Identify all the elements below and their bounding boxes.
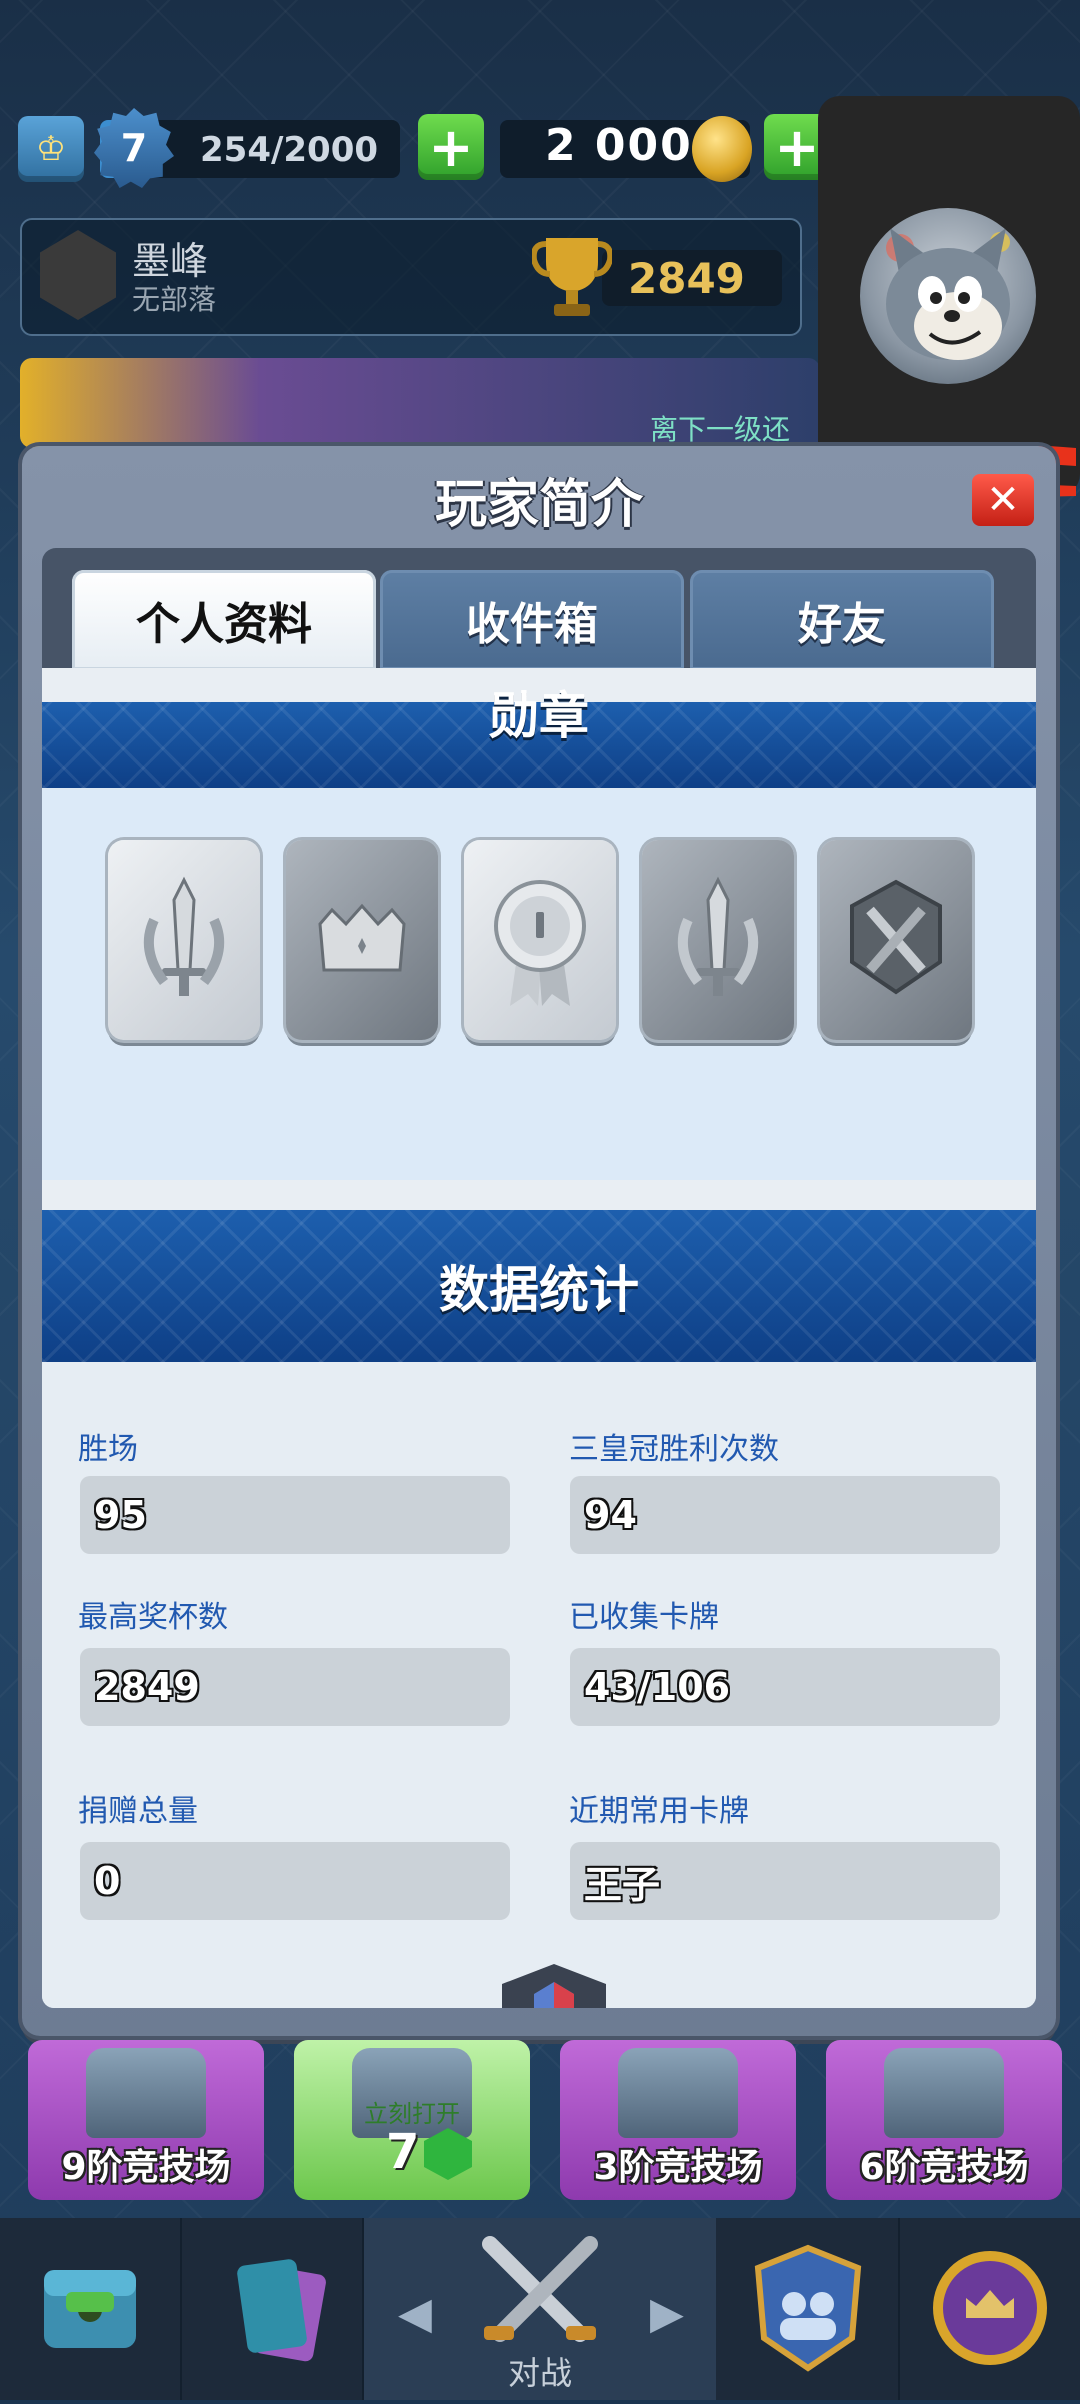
- tab-friends[interactable]: 好友: [690, 570, 994, 670]
- donations-label: 捐赠总量: [78, 1794, 198, 1829]
- cards-found-value: 43/106: [570, 1648, 1000, 1726]
- favorite-card-label: 近期常用卡牌: [569, 1794, 749, 1829]
- sword-laurel-badge-icon: [677, 876, 759, 996]
- medal-ribbon-badge-icon: [494, 880, 586, 1006]
- prev-arrow-icon[interactable]: ◀: [398, 2288, 432, 2339]
- profile-card[interactable]: 墨峰 无部落 2849: [20, 218, 802, 336]
- badges-header: 勋章: [42, 687, 1036, 788]
- tab-inbox[interactable]: 收件箱: [380, 570, 684, 670]
- next-arrow-icon[interactable]: ▶: [650, 2288, 684, 2339]
- clan-badge-icon: [40, 230, 116, 320]
- player-name: 墨峰: [132, 239, 209, 283]
- badge-item[interactable]: [108, 840, 260, 1040]
- badge-item[interactable]: [642, 840, 794, 1040]
- crossed-swords-shield-badge-icon: [850, 879, 942, 995]
- gem-count: 7: [386, 2124, 420, 2180]
- cards-icon: [237, 2259, 326, 2362]
- bottom-nav: ◀ ▶ 对战: [0, 2218, 1080, 2400]
- clan-icon: [754, 2244, 862, 2372]
- three-crown-label: 三皇冠胜利次数: [569, 1432, 779, 1467]
- stats-header: 数据统计: [42, 1210, 1036, 1362]
- nav-events[interactable]: [900, 2218, 1080, 2400]
- chest-label: 9阶竞技场: [61, 2147, 231, 2188]
- modal-title: 玩家简介: [434, 475, 643, 535]
- chest-label: 3阶竞技场: [593, 2147, 763, 2188]
- battle-label: 对战: [507, 2354, 572, 2392]
- badge-item[interactable]: [820, 840, 972, 1040]
- profile-content[interactable]: 勋章 数据统计 胜场 95 三皇冠胜利次数 94 最高奖杯数 2849 已收集卡…: [42, 668, 1036, 2008]
- nav-cards[interactable]: [182, 2218, 364, 2400]
- stats-grid: 胜场 95 三皇冠胜利次数 94 最高奖杯数 2849 已收集卡牌 43/106…: [42, 1362, 1036, 2008]
- chest-icon: [884, 2048, 1004, 2138]
- chest-slot[interactable]: 9阶竞技场: [28, 2040, 264, 2200]
- chest-label: 6阶竞技场: [859, 2147, 1029, 2188]
- xp-text: 254/2000: [200, 130, 379, 170]
- trophy-count: 2849: [628, 254, 745, 303]
- banner-text: 离下一级还: [650, 413, 791, 446]
- player-profile-modal: 玩家简介 ✕ 个人资料 收件箱 好友 勋章 数据统计 胜场 95 三皇冠胜利次数…: [22, 446, 1056, 2036]
- favorite-card-value: 王子: [570, 1842, 1000, 1920]
- close-button[interactable]: ✕: [972, 474, 1034, 526]
- wins-value: 95: [80, 1476, 510, 1554]
- cards-found-label: 已收集卡牌: [569, 1600, 719, 1635]
- sword-laurel-badge-icon: [143, 876, 225, 996]
- battle-icon: [482, 2236, 598, 2342]
- nav-clan[interactable]: [718, 2218, 900, 2400]
- chest-slot[interactable]: 立刻打开 7: [294, 2040, 530, 2200]
- chest-icon: [618, 2048, 738, 2138]
- chest-slot[interactable]: 6阶竞技场: [826, 2040, 1062, 2200]
- chest-icon: [86, 2048, 206, 2138]
- crown-badge-icon: [318, 903, 406, 972]
- gold-coin-icon: [692, 116, 752, 182]
- nav-shop[interactable]: [0, 2218, 182, 2400]
- best-trophies-value: 2849: [80, 1648, 510, 1726]
- chest-slot[interactable]: 3阶竞技场: [560, 2040, 796, 2200]
- wins-label: 胜场: [78, 1432, 138, 1467]
- badges-grid: [42, 790, 1036, 1180]
- trophy-icon: [532, 238, 612, 316]
- gold-amount: 2 000: [545, 120, 693, 171]
- badge-item[interactable]: [464, 840, 616, 1040]
- tab-profile[interactable]: 个人资料: [72, 570, 376, 670]
- clan-name: 无部落: [132, 283, 217, 316]
- crown-icon[interactable]: ♔: [18, 116, 84, 182]
- donations-value: 0: [80, 1842, 510, 1920]
- three-crown-value: 94: [570, 1476, 1000, 1554]
- add-xp-button[interactable]: +: [418, 114, 484, 180]
- shop-icon: [44, 2270, 136, 2348]
- nav-battle[interactable]: ◀ ▶ 对战: [364, 2218, 716, 2400]
- events-icon: [933, 2251, 1047, 2365]
- badge-item[interactable]: [286, 840, 438, 1040]
- league-emblem-icon: [502, 1964, 606, 2008]
- avatar: [860, 208, 1036, 384]
- cat-avatar-icon: [886, 228, 1010, 360]
- best-trophies-label: 最高奖杯数: [78, 1600, 228, 1635]
